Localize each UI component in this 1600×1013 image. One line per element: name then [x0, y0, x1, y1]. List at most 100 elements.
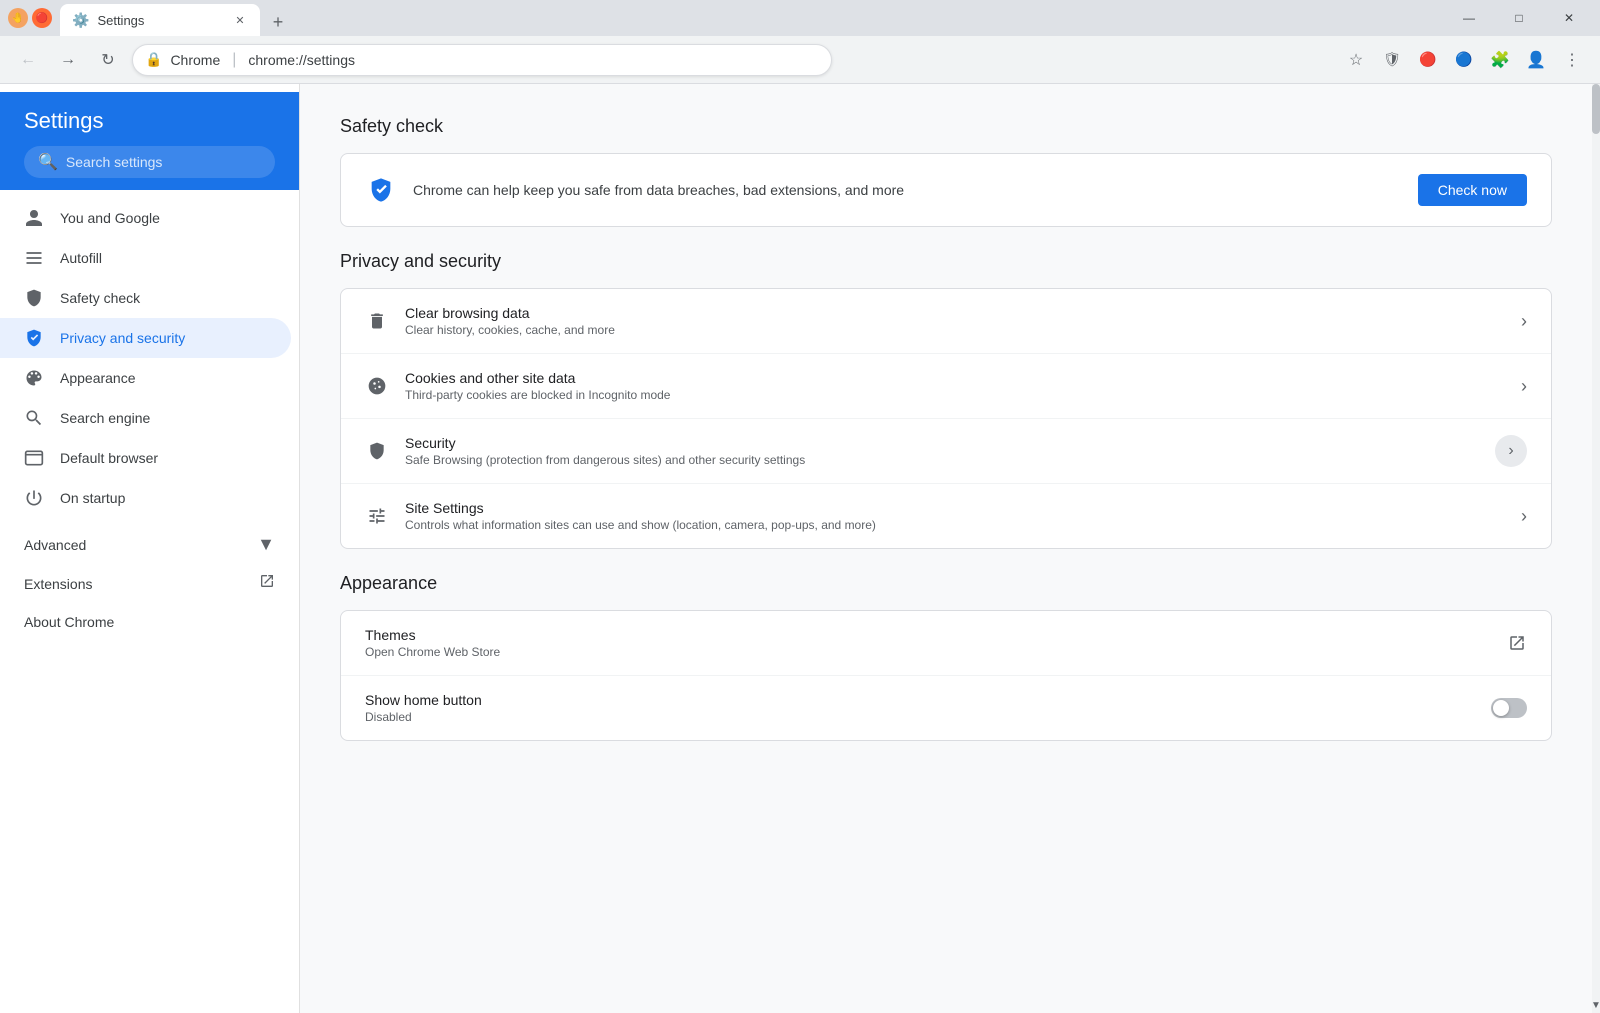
close-button[interactable]: ✕: [1546, 4, 1592, 32]
sidebar-label-you-and-google: You and Google: [60, 210, 160, 226]
site-settings-subtitle: Controls what information sites can use …: [405, 518, 1505, 532]
sidebar-item-search-engine[interactable]: Search engine: [0, 398, 291, 438]
site-settings-title: Site Settings: [405, 500, 1505, 516]
show-home-button-item: Show home button Disabled: [341, 676, 1551, 740]
clear-browsing-data-subtitle: Clear history, cookies, cache, and more: [405, 323, 1505, 337]
sidebar-item-default-browser[interactable]: Default browser: [0, 438, 291, 478]
site-settings-arrow: ›: [1521, 506, 1527, 527]
appearance-title: Appearance: [340, 573, 1552, 594]
title-bar: 🤚 🔴 ⚙️ Settings ✕ + — □ ✕: [0, 0, 1600, 36]
clear-browsing-data-content: Clear browsing data Clear history, cooki…: [405, 305, 1505, 337]
security-content: Security Safe Browsing (protection from …: [405, 435, 1479, 467]
trash-icon: [365, 309, 389, 333]
refresh-button[interactable]: ↻: [92, 44, 124, 76]
scrollbar-down-arrow[interactable]: ▼: [1592, 998, 1600, 1013]
sidebar-label-on-startup: On startup: [60, 490, 125, 506]
search-placeholder: Search settings: [66, 154, 163, 170]
omnibox-url: chrome://settings: [248, 52, 355, 68]
tab-bar: ⚙️ Settings ✕ +: [60, 0, 1438, 36]
security-item[interactable]: Security Safe Browsing (protection from …: [341, 419, 1551, 484]
favicon-group: 🤚 🔴: [8, 8, 52, 28]
puzzle-icon[interactable]: 🧩: [1484, 44, 1516, 76]
safety-check-description: Chrome can help keep you safe from data …: [413, 182, 1402, 198]
forward-button[interactable]: →: [52, 44, 84, 76]
profile-icon[interactable]: 👤: [1520, 44, 1552, 76]
sidebar-item-autofill[interactable]: Autofill: [0, 238, 291, 278]
active-tab[interactable]: ⚙️ Settings ✕: [60, 4, 260, 36]
clear-browsing-data-title: Clear browsing data: [405, 305, 1505, 321]
url-separator: |: [232, 51, 236, 69]
sidebar-label-about-chrome: About Chrome: [24, 614, 114, 630]
sidebar-header: Settings 🔍 Search settings: [0, 92, 299, 190]
appearance-icon: [24, 368, 44, 388]
sidebar-label-safety-check: Safety check: [60, 290, 140, 306]
sidebar-nav: You and Google Autofill Safety check: [0, 190, 299, 648]
search-bar[interactable]: 🔍 Search settings: [24, 146, 275, 178]
search-engine-icon: [24, 408, 44, 428]
tab-favicon-1: 🤚: [8, 8, 28, 28]
tab-settings-icon: ⚙️: [72, 12, 89, 29]
sidebar-item-extensions[interactable]: Extensions: [0, 563, 299, 604]
autofill-icon: [24, 248, 44, 268]
tab-close-button[interactable]: ✕: [232, 12, 248, 28]
extension-blue-icon[interactable]: 🔵: [1448, 44, 1480, 76]
sidebar-item-you-and-google[interactable]: You and Google: [0, 198, 291, 238]
sidebar-item-on-startup[interactable]: On startup: [0, 478, 291, 518]
sidebar-label-default-browser: Default browser: [60, 450, 158, 466]
privacy-security-card: Clear browsing data Clear history, cooki…: [340, 288, 1552, 549]
show-home-button-content: Show home button Disabled: [365, 692, 1475, 724]
omnibox-scheme: Chrome: [170, 52, 220, 68]
address-bar[interactable]: 🔒 Chrome | chrome://settings: [132, 44, 832, 76]
cookies-subtitle: Third-party cookies are blocked in Incog…: [405, 388, 1505, 402]
safety-check-card: Chrome can help keep you safe from data …: [340, 153, 1552, 227]
show-home-button-subtitle: Disabled: [365, 710, 1475, 724]
bookmark-icon[interactable]: ☆: [1340, 44, 1372, 76]
clear-browsing-data-item[interactable]: Clear browsing data Clear history, cooki…: [341, 289, 1551, 354]
appearance-section: Appearance Themes Open Chrome Web Store: [340, 573, 1552, 741]
extensions-external-icon: [259, 573, 275, 594]
bitwarden-icon[interactable]: 🛡: [1376, 44, 1408, 76]
clear-browsing-data-arrow: ›: [1521, 311, 1527, 332]
window-controls: — □ ✕: [1446, 4, 1592, 32]
omnibox-bar: ← → ↻ 🔒 Chrome | chrome://settings ☆ 🛡 🔴…: [0, 36, 1600, 84]
scrollbar-thumb[interactable]: [1592, 84, 1600, 134]
safety-check-title: Safety check: [340, 116, 1552, 137]
safety-check-shield-icon: [365, 174, 397, 206]
security-subtitle: Safe Browsing (protection from dangerous…: [405, 453, 1479, 467]
privacy-icon: [24, 328, 44, 348]
scrollbar-track: ▼: [1592, 84, 1600, 1013]
cookies-item[interactable]: Cookies and other site data Third-party …: [341, 354, 1551, 419]
cookie-icon: [365, 374, 389, 398]
show-home-button-toggle[interactable]: [1491, 698, 1527, 718]
back-button[interactable]: ←: [12, 44, 44, 76]
security-title: Security: [405, 435, 1479, 451]
advanced-arrow-icon: ▼: [257, 534, 275, 555]
menu-icon[interactable]: ⋮: [1556, 44, 1588, 76]
sidebar-item-safety-check[interactable]: Safety check: [0, 278, 291, 318]
privacy-security-title: Privacy and security: [340, 251, 1552, 272]
sidebar-item-about-chrome[interactable]: About Chrome: [0, 604, 291, 640]
themes-title: Themes: [365, 627, 1491, 643]
check-now-button[interactable]: Check now: [1418, 174, 1527, 206]
security-arrow-circle[interactable]: ›: [1495, 435, 1527, 467]
safety-check-section: Safety check Chrome can help keep you sa…: [340, 116, 1552, 227]
sidebar-label-privacy: Privacy and security: [60, 330, 185, 346]
sidebar-label-search-engine: Search engine: [60, 410, 150, 426]
new-tab-button[interactable]: +: [264, 8, 292, 36]
themes-subtitle: Open Chrome Web Store: [365, 645, 1491, 659]
themes-item[interactable]: Themes Open Chrome Web Store: [341, 611, 1551, 676]
site-settings-item[interactable]: Site Settings Controls what information …: [341, 484, 1551, 548]
maximize-button[interactable]: □: [1496, 4, 1542, 32]
sidebar-item-privacy-security[interactable]: Privacy and security: [0, 318, 291, 358]
default-browser-icon: [24, 448, 44, 468]
content-area: Safety check Chrome can help keep you sa…: [300, 84, 1592, 1013]
toggle-knob: [1493, 700, 1509, 716]
privacy-security-section: Privacy and security Clear browsing data…: [340, 251, 1552, 549]
advanced-section[interactable]: Advanced ▼: [0, 526, 299, 563]
sidebar-label-extensions: Extensions: [24, 576, 92, 592]
tab-favicon-2: 🔴: [32, 8, 52, 28]
sidebar-item-appearance[interactable]: Appearance: [0, 358, 291, 398]
minimize-button[interactable]: —: [1446, 4, 1492, 32]
extension-red-icon[interactable]: 🔴: [1412, 44, 1444, 76]
cookies-title: Cookies and other site data: [405, 370, 1505, 386]
